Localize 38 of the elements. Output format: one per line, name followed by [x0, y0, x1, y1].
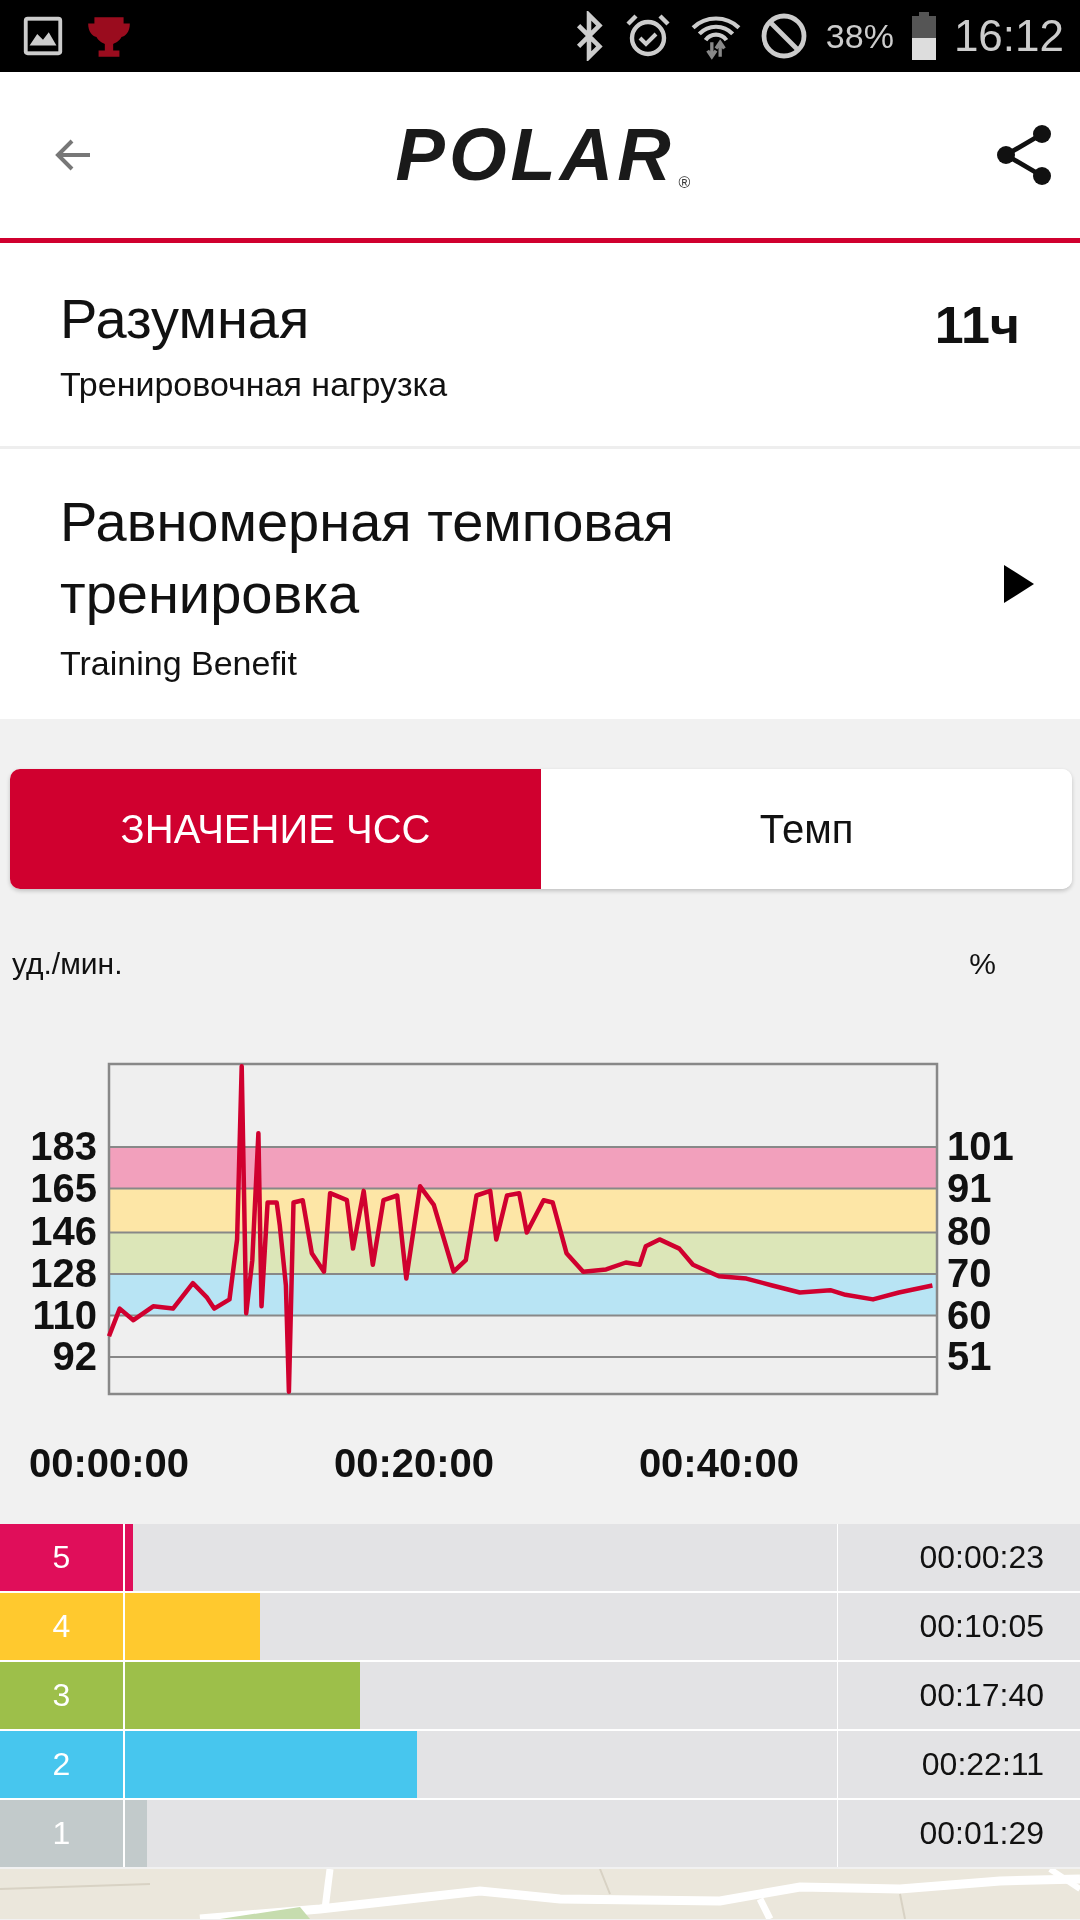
right-axis-label: 70	[947, 1251, 992, 1295]
training-load-title: Разумная	[60, 285, 311, 351]
battery-percent: 38%	[825, 16, 894, 56]
battery-icon	[911, 12, 936, 60]
y-axis-label: 110	[32, 1292, 97, 1337]
right-axis-label: 51	[947, 1334, 992, 1379]
zone-time: 00:17:40	[838, 1662, 1080, 1729]
training-load-label: Тренировочная нагрузка	[60, 364, 448, 404]
y-axis-label: 128	[30, 1251, 97, 1295]
play-arrow-icon	[1002, 563, 1036, 605]
training-benefit-row[interactable]: Равномерная темповая тренировка Training Benefit	[0, 449, 1080, 719]
zone-time: 00:22:11	[838, 1731, 1080, 1798]
zone-number: 4	[0, 1593, 123, 1660]
y-axis-label: 92	[52, 1334, 97, 1379]
zone-number: 5	[0, 1524, 123, 1591]
status-time: 16:12	[953, 11, 1064, 61]
left-axis-unit: уд./мин.	[12, 947, 123, 981]
zone-number: 2	[0, 1731, 123, 1798]
tab[interactable]: ЗНАЧЕНИЕ ЧСС	[10, 769, 541, 889]
x-axis-label: 00:40:00	[638, 1441, 799, 1485]
zone-time: 00:01:29	[838, 1800, 1080, 1867]
right-axis-unit: %	[969, 947, 996, 981]
y-axis-label: 146	[30, 1209, 97, 1254]
training-load-value: 11ч	[934, 295, 1020, 355]
registered-mark: ®	[678, 174, 691, 192]
training-benefit-title: Равномерная темповая тренировка	[60, 488, 675, 627]
training-benefit-label: Training Benefit	[60, 643, 298, 683]
x-axis-label: 00:20:00	[333, 1441, 495, 1485]
right-axis-label: 60	[947, 1292, 992, 1337]
zone-number: 1	[0, 1800, 123, 1867]
zone-number: 3	[0, 1662, 123, 1729]
do-not-disturb-icon	[759, 12, 808, 60]
zone-time: 00:00:23	[838, 1524, 1080, 1591]
x-axis-label: 00:00:00	[28, 1441, 190, 1485]
right-axis-label: 80	[947, 1209, 992, 1254]
tab[interactable]: Темп	[541, 769, 1072, 889]
logo: POLAR	[395, 118, 675, 192]
zone-time: 00:10:05	[838, 1593, 1080, 1660]
